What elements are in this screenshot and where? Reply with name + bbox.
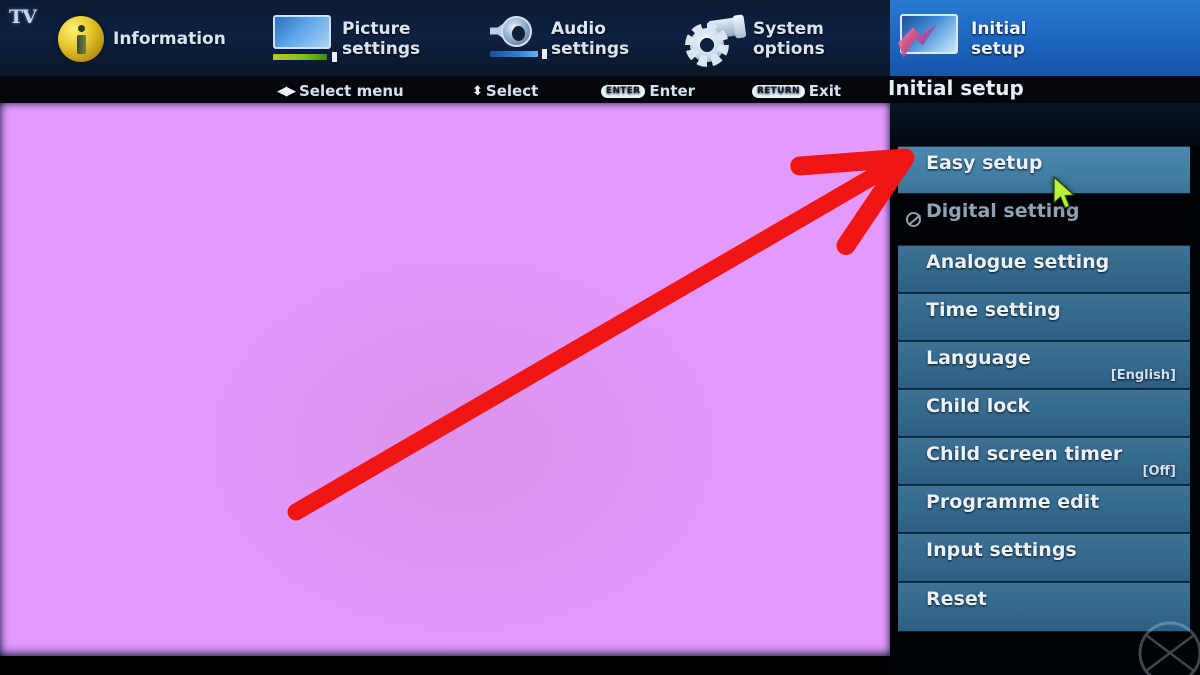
menu-item-easy-setup-label: Easy setup — [926, 152, 1043, 174]
panel-top-spacer — [890, 103, 1200, 146]
tab-picture-settings-label: Picture settings — [342, 19, 421, 59]
tab-audio-settings-label: Audio settings — [551, 19, 630, 59]
hint-enter-label: Enter — [649, 82, 696, 100]
picture-settings-icon — [273, 15, 337, 63]
menu-item-child-lock-label: Child lock — [926, 395, 1031, 417]
hint-select: ⬍ Select — [472, 78, 538, 104]
menu-item-child-lock[interactable]: Child lock — [898, 389, 1190, 437]
left-right-arrows-icon: ◀▶ — [277, 83, 296, 99]
audio-settings-icon — [490, 14, 547, 64]
information-icon — [58, 16, 104, 62]
hint-select-menu: ◀▶ Select menu — [277, 78, 404, 104]
initial-setup-icon — [898, 14, 962, 64]
menu-item-easy-setup[interactable]: Easy setup — [898, 146, 1190, 194]
hint-exit-label: Exit — [808, 82, 842, 100]
return-keycap-icon: RETURN — [752, 84, 805, 98]
menu-item-input-settings-label: Input settings — [926, 539, 1077, 561]
menu-item-language-label: Language — [926, 347, 1031, 369]
tv-osd-screen: TV Menu Information Picture settings Aud… — [0, 0, 1200, 675]
menu-item-digital-setting: Digital setting — [898, 194, 1190, 243]
static-noise-pattern — [0, 103, 890, 656]
tab-information[interactable]: Information — [48, 0, 236, 78]
tv-static-video-area — [0, 103, 890, 656]
menu-item-language-value: [English] — [1110, 368, 1176, 383]
tab-system-options[interactable]: System options — [678, 0, 835, 78]
enter-keycap-icon: ENTER — [601, 84, 646, 98]
menu-item-child-screen-timer-label: Child screen timer — [926, 443, 1123, 465]
menu-item-time-setting-label: Time setting — [926, 299, 1061, 321]
menu-item-reset[interactable]: Reset — [898, 582, 1190, 632]
menu-item-input-settings[interactable]: Input settings — [898, 533, 1190, 582]
menu-item-time-setting[interactable]: Time setting — [898, 293, 1190, 341]
hint-exit: RETURN Exit — [752, 78, 841, 104]
initial-setup-menu-panel: Easy setup Digital setting Analogue sett… — [890, 103, 1200, 675]
menu-item-child-screen-timer-value: [Off] — [1142, 464, 1176, 479]
menu-item-language[interactable]: Language [English] — [898, 341, 1190, 389]
menu-item-programme-edit[interactable]: Programme edit — [898, 485, 1190, 533]
system-options-icon — [688, 15, 744, 63]
tab-initial-setup[interactable]: Initial setup — [890, 0, 1200, 78]
tab-audio-settings[interactable]: Audio settings — [480, 0, 639, 78]
menu-item-programme-edit-label: Programme edit — [926, 491, 1100, 513]
hint-select-label: Select — [485, 82, 539, 100]
tab-system-options-label: System options — [753, 19, 825, 59]
top-menu-bar: TV Menu Information Picture settings Aud… — [0, 0, 1200, 78]
menu-item-child-screen-timer[interactable]: Child screen timer [Off] — [898, 437, 1190, 485]
hint-enter: ENTER Enter — [601, 78, 695, 104]
menu-item-digital-setting-label: Digital setting — [926, 200, 1080, 222]
section-title: Initial setup — [888, 76, 1024, 100]
hint-select-menu-label: Select menu — [299, 82, 404, 100]
tab-picture-settings[interactable]: Picture settings — [263, 0, 430, 78]
menu-item-analogue-setting[interactable]: Analogue setting — [898, 245, 1190, 293]
menu-item-reset-label: Reset — [926, 588, 987, 610]
prohibited-icon — [906, 212, 921, 227]
up-down-arrows-icon: ⬍ — [472, 83, 483, 99]
tv-logo: TV — [9, 6, 37, 28]
menu-item-analogue-setting-label: Analogue setting — [926, 251, 1110, 273]
tab-initial-setup-label: Initial setup — [971, 19, 1027, 59]
tab-information-label: Information — [113, 29, 226, 49]
